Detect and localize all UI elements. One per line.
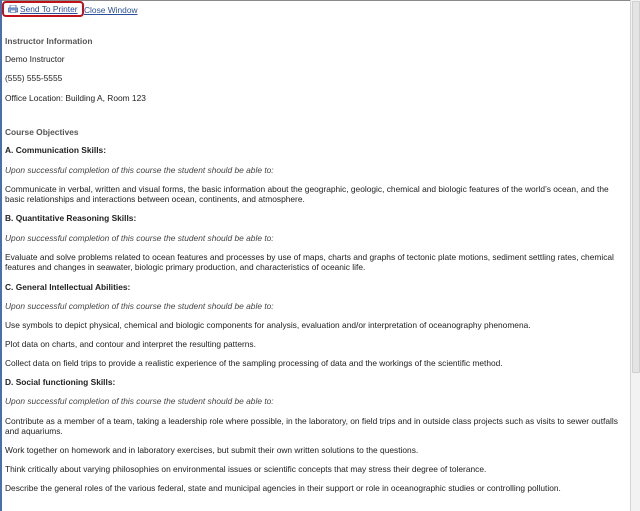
instructor-phone: (555) 555-5555 (5, 73, 63, 83)
instructor-heading: Instructor Information (5, 36, 93, 46)
print-toolbar: Send To Printer Close Window (2, 0, 627, 20)
objective-a-item: Communicate in verbal, written and visua… (5, 184, 609, 204)
printer-icon (8, 4, 18, 13)
close-window-link[interactable]: Close Window (84, 5, 138, 15)
objective-b-title: B. Quantitative Reasoning Skills: (5, 213, 137, 223)
send-to-printer-label[interactable]: Send To Printer (20, 4, 78, 14)
objective-d-item-3: Think critically about varying philosoph… (5, 464, 487, 474)
objective-d-item-2: Work together on homework and in laborat… (5, 445, 419, 455)
objectives-heading: Course Objectives (5, 127, 79, 137)
objective-b-intro: Upon successful completion of this cours… (5, 233, 274, 243)
instructor-office: Office Location: Building A, Room 123 (5, 93, 146, 103)
objective-a-title: A. Communication Skills: (5, 145, 106, 155)
objective-c-item-3: Collect data on field trips to provide a… (5, 358, 503, 368)
print-view-content: Send To Printer Close Window Instructor … (2, 0, 627, 493)
objective-d-intro: Upon successful completion of this cours… (5, 396, 274, 406)
objective-a-intro: Upon successful completion of this cours… (5, 165, 274, 175)
objective-d-title: D. Social functioning Skills: (5, 377, 116, 387)
objective-c-intro: Upon successful completion of this cours… (5, 301, 274, 311)
vertical-scrollbar[interactable] (630, 0, 640, 511)
window-left-border (0, 0, 2, 511)
objective-d-item-4: Describe the general roles of the variou… (5, 483, 561, 493)
objective-d-item-1: Contribute as a member of a team, taking… (5, 416, 618, 436)
objective-b-item: Evaluate and solve problems related to o… (5, 252, 614, 272)
send-to-printer-button[interactable]: Send To Printer (2, 1, 84, 17)
objective-c-item-2: Plot data on charts, and contour and int… (5, 339, 256, 349)
scrollbar-thumb[interactable] (632, 1, 640, 373)
instructor-name: Demo Instructor (5, 54, 65, 64)
objective-c-item-1: Use symbols to depict physical, chemical… (5, 320, 531, 330)
objective-c-title: C. General Intellectual Abilities: (5, 282, 131, 292)
